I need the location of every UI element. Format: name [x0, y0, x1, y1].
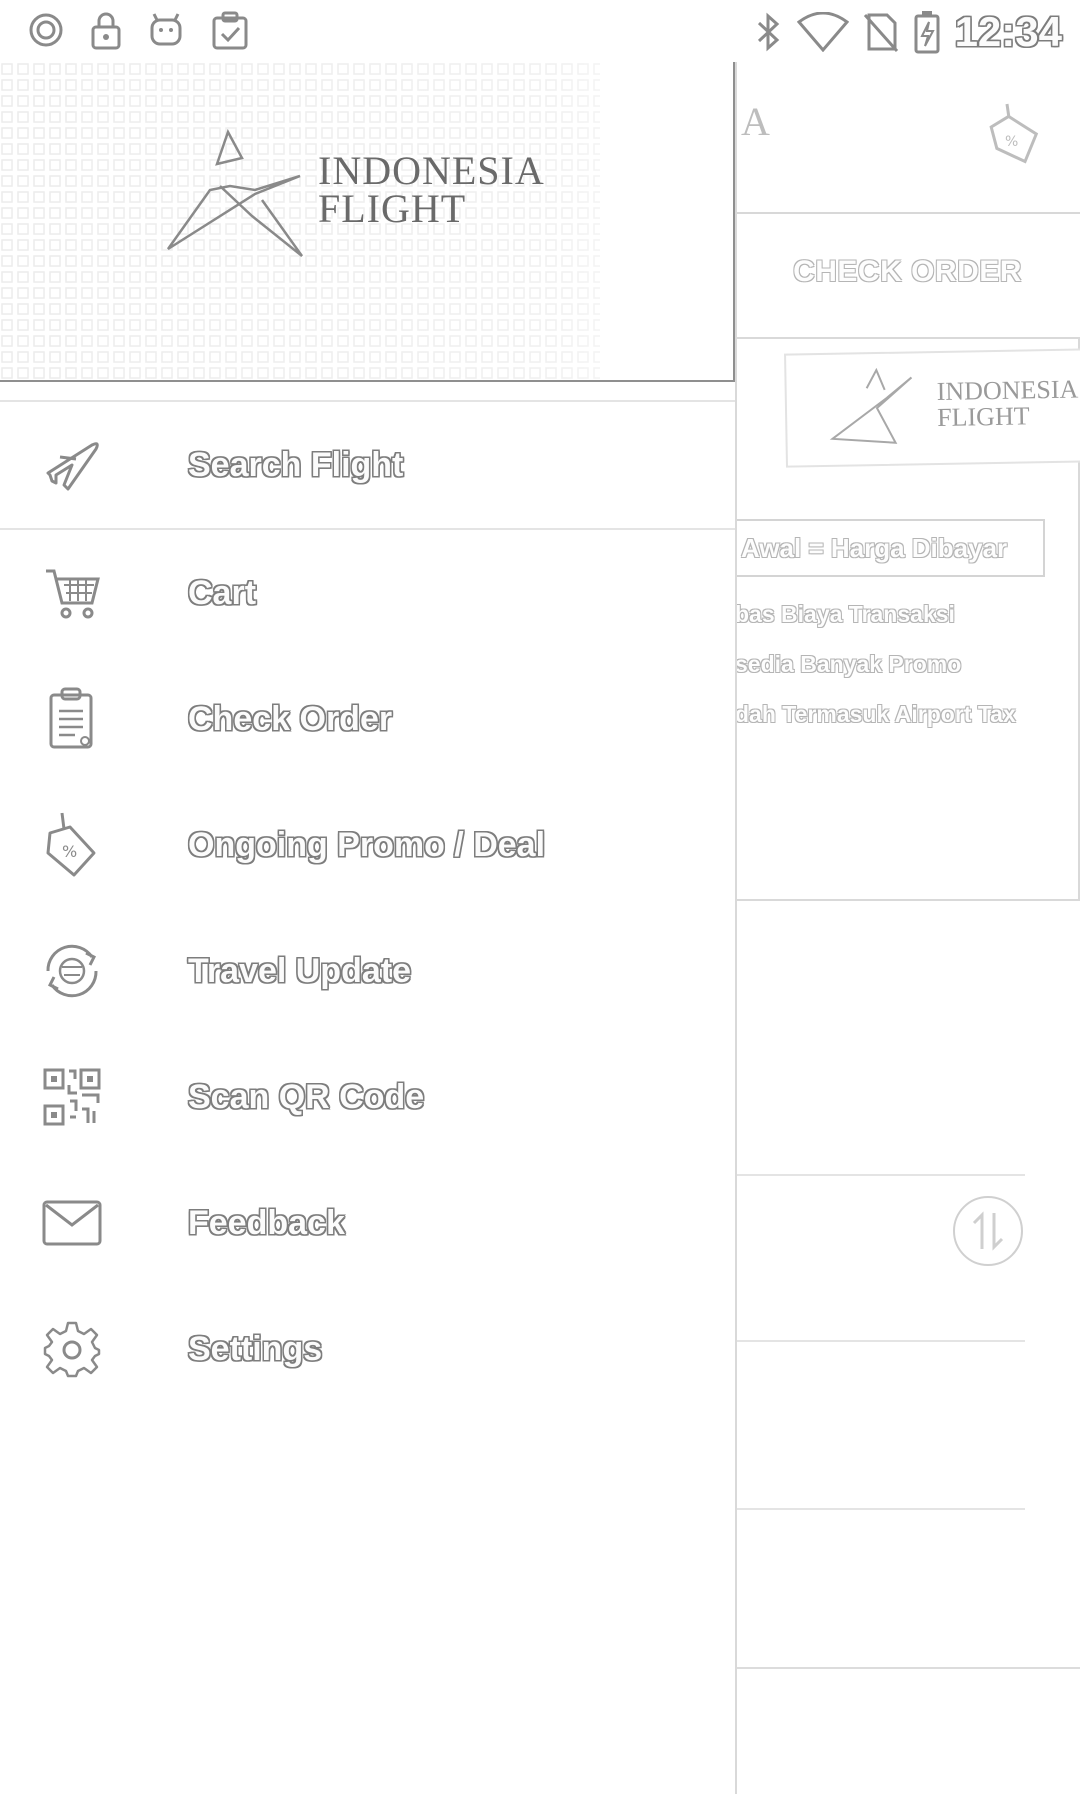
clipboard-check-icon — [210, 10, 250, 50]
feature-item: sedia Banyak Promo — [735, 651, 962, 677]
menu-label: Search Flight — [188, 445, 404, 484]
drawer-menu: Search Flight Cart Check Order % Ongoing… — [0, 400, 735, 1412]
promo-tag-icon[interactable]: % — [987, 102, 1041, 172]
feature-item: bas Biaya Transaksi — [735, 601, 955, 627]
brand-logo-text: INDONESIA FLIGHT — [318, 148, 545, 231]
menu-item-check-order[interactable]: Check Order — [0, 656, 735, 782]
background-bottom-panel — [735, 1667, 1080, 1799]
status-bar: 12:34 — [0, 0, 1080, 62]
menu-item-search-flight[interactable]: Search Flight — [0, 400, 735, 530]
qr-code-icon — [40, 1065, 104, 1129]
check-order-button[interactable]: CHECK ORDER — [735, 212, 1080, 332]
menu-item-scan-qr[interactable]: Scan QR Code — [0, 1034, 735, 1160]
menu-item-feedback[interactable]: Feedback — [0, 1160, 735, 1286]
background-brand-text: INDONESIA FLIGHT — [936, 374, 1079, 432]
mail-icon — [40, 1191, 104, 1255]
menu-item-travel-update[interactable]: Travel Update — [0, 908, 735, 1034]
menu-label: Travel Update — [188, 951, 411, 990]
lock-icon — [90, 10, 122, 50]
menu-label: Settings — [188, 1329, 323, 1368]
drawer-header: INDONESIA FLIGHT — [0, 62, 735, 382]
clipboard-icon — [40, 687, 104, 751]
gear-icon — [40, 1317, 104, 1381]
cart-icon — [40, 561, 104, 625]
divider — [735, 1174, 1025, 1176]
travel-update-icon — [40, 939, 104, 1003]
menu-label: Scan QR Code — [188, 1077, 425, 1116]
menu-item-ongoing-promo[interactable]: % Ongoing Promo / Deal — [0, 782, 735, 908]
menu-label: Check Order — [188, 699, 393, 738]
menu-label: Ongoing Promo / Deal — [188, 825, 546, 864]
battery-charging-icon — [913, 10, 941, 54]
status-time: 12:34 — [954, 8, 1062, 55]
promo-card: INDONESIA FLIGHT Awal = Harga Dibayar ba… — [735, 337, 1080, 901]
wifi-icon — [796, 12, 849, 52]
status-right-icons: 12:34 — [755, 8, 1062, 56]
android-icon — [148, 12, 184, 48]
menu-label: Cart — [188, 573, 257, 612]
background-logo: INDONESIA FLIGHT — [784, 348, 1080, 468]
feature-item: dah Termasuk Airport Tax — [735, 701, 1016, 727]
menu-item-cart[interactable]: Cart — [0, 530, 735, 656]
menu-label: Feedback — [188, 1203, 345, 1242]
svg-text:%: % — [1005, 134, 1018, 150]
swap-route-icon[interactable] — [953, 1196, 1023, 1266]
divider — [735, 1340, 1025, 1342]
notification-circle-icon — [28, 12, 64, 48]
menu-item-settings[interactable]: Settings — [0, 1286, 735, 1412]
logo-mark — [160, 124, 310, 264]
svg-text:%: % — [62, 842, 77, 861]
brand-line-2: FLIGHT — [318, 186, 467, 231]
background-app-bar: A % — [735, 62, 1080, 214]
status-left-icons — [28, 10, 250, 50]
background-screen: A % CHECK ORDER INDONESIA FLIGHT Awal = … — [735, 62, 1080, 1794]
airplane-icon — [40, 433, 104, 497]
price-banner: Awal = Harga Dibayar — [735, 519, 1045, 577]
brand-line-1: INDONESIA — [318, 148, 545, 193]
background-title-partial: A — [741, 99, 770, 144]
promo-tag-icon: % — [40, 812, 104, 877]
navigation-drawer: INDONESIA FLIGHT Search Flight Cart Chec… — [0, 62, 737, 1794]
divider — [735, 1508, 1025, 1510]
no-sim-icon — [863, 11, 899, 53]
bluetooth-icon — [755, 12, 783, 52]
